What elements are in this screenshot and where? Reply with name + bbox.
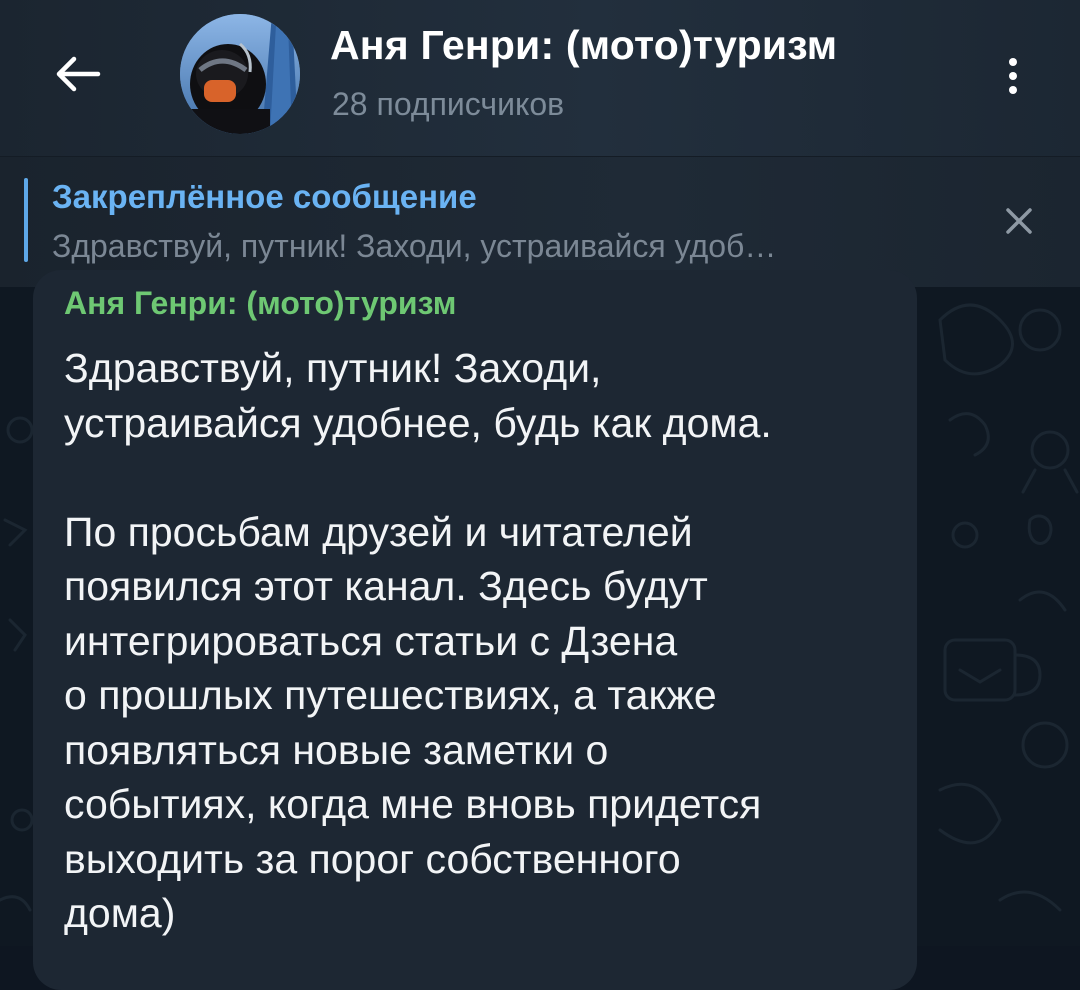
- more-vertical-icon-dot: [1009, 72, 1017, 80]
- pinned-title[interactable]: Закреплённое сообщение: [52, 178, 477, 216]
- subscriber-count: 28 подписчиков: [332, 86, 565, 122]
- channel-avatar[interactable]: [180, 14, 300, 134]
- pinned-message-bar[interactable]: [0, 156, 1080, 287]
- arrow-left-icon: [56, 56, 101, 92]
- channel-title[interactable]: Аня Генри: (мото)туризм: [330, 22, 837, 69]
- message-text: Здравствуй, путник! Заходи, устраивайся …: [64, 345, 772, 936]
- close-icon: [1006, 208, 1032, 234]
- pinned-preview[interactable]: Здравствуй, путник! Заходи, устраивайся …: [52, 228, 776, 265]
- more-vertical-icon: [1009, 58, 1017, 66]
- message-sender[interactable]: Аня Генри: (мото)туризм: [64, 285, 456, 322]
- avatar-photo: [180, 14, 300, 134]
- pinned-indicator: [24, 178, 28, 262]
- more-menu-button[interactable]: [990, 44, 1036, 108]
- back-button[interactable]: [48, 44, 108, 104]
- chat-header: Аня Генри: (мото)туризм 28 подписчиков: [0, 0, 1080, 156]
- pinned-close-button[interactable]: [994, 196, 1044, 246]
- more-vertical-icon-dot: [1009, 86, 1017, 94]
